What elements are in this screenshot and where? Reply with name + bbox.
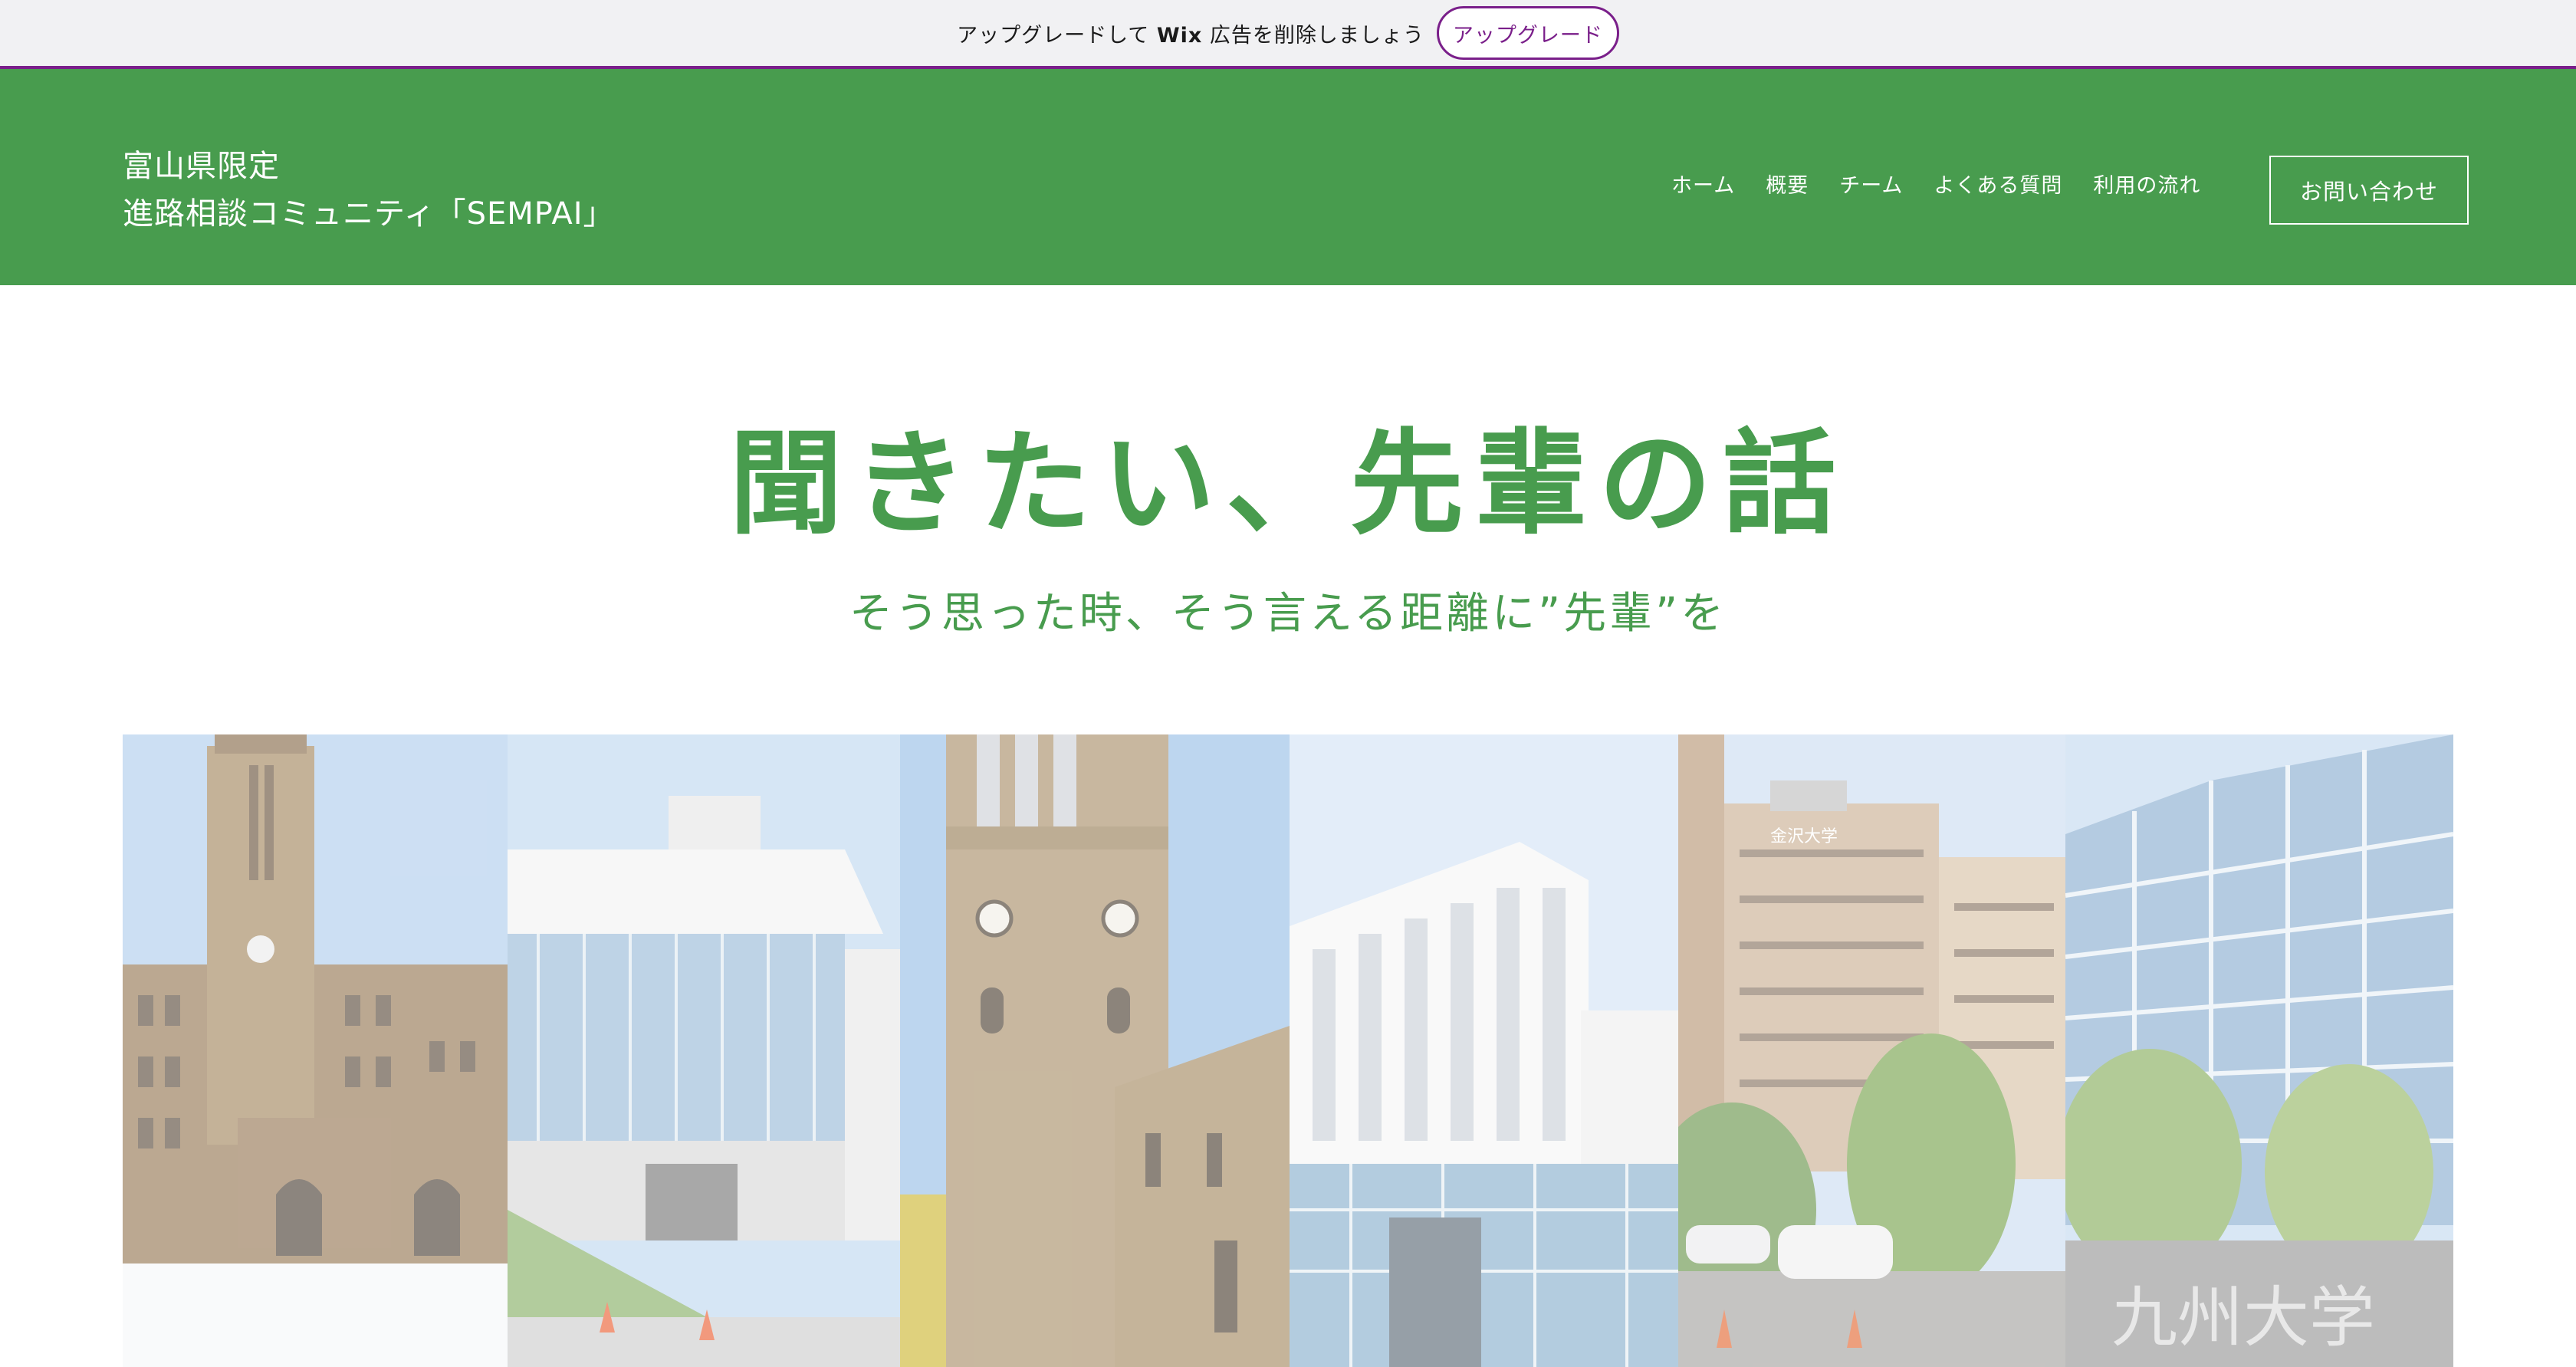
site-title[interactable]: 富山県限定 進路相談コミュニティ「SEMPAI」	[123, 143, 615, 238]
kyushu-sign-text: 九州大学	[2111, 1280, 2375, 1356]
promo-text: アップグレードして Wix 広告を削除しましょう	[957, 23, 1424, 48]
nav-item-overview[interactable]: 概要	[1766, 169, 1809, 199]
hero-subtitle: そう思った時、そう言える距離に”先輩”を	[849, 589, 1727, 639]
campus-photo-brick-tower	[123, 734, 508, 1367]
hero-title: 聞きたい、先輩の話	[729, 418, 1847, 550]
campus-photo-strip: 金沢大学 九州大学	[123, 734, 2453, 1367]
wix-promo-bar: アップグレードして Wix 広告を削除しましょう アップグレード	[0, 0, 2576, 69]
upgrade-button[interactable]: アップグレード	[1436, 6, 1619, 60]
campus-photo-clock-tower	[900, 734, 1290, 1367]
campus-photo-white-building	[1290, 734, 1678, 1367]
nav-item-faq[interactable]: よくある質問	[1934, 169, 2062, 199]
campus-photo-kyushu-university: 九州大学	[2065, 734, 2453, 1367]
contact-button[interactable]: お問い合わせ	[2269, 156, 2469, 225]
nav-item-flow[interactable]: 利用の流れ	[2093, 169, 2200, 199]
site-header: 富山県限定 進路相談コミュニティ「SEMPAI」 ホーム 概要 チーム よくある…	[0, 69, 2576, 285]
campus-photo-glass-building	[508, 734, 900, 1367]
nav-item-home[interactable]: ホーム	[1671, 169, 1735, 199]
site-title-line2: 進路相談コミュニティ「SEMPAI」	[123, 196, 615, 232]
campus-photo-tan-building: 金沢大学	[1678, 734, 2065, 1367]
building-sign: 金沢大学	[1770, 827, 1838, 846]
nav-item-team[interactable]: チーム	[1839, 169, 1903, 199]
main-nav: ホーム 概要 チーム よくある質問 利用の流れ	[1671, 169, 2231, 199]
site-title-line1: 富山県限定	[123, 149, 280, 184]
